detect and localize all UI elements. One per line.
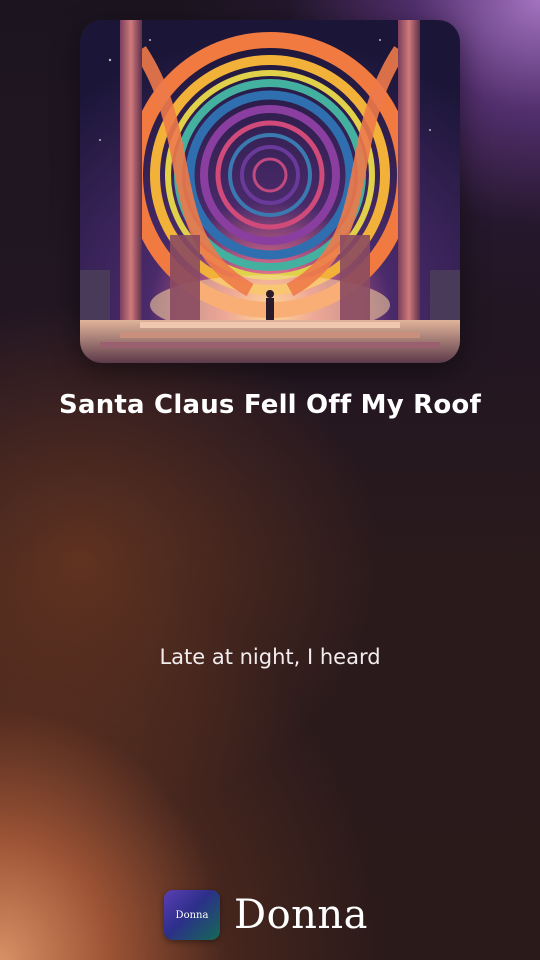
brand-name: Donna: [234, 892, 369, 938]
song-title: Santa Claus Fell Off My Roof: [59, 390, 481, 420]
current-lyric-line: Late at night, I heard: [159, 645, 381, 669]
app-logo-text: Donna: [175, 909, 209, 921]
cover-illustration: [80, 20, 460, 363]
app-logo-icon: Donna: [164, 890, 220, 940]
album-cover-art[interactable]: [80, 20, 460, 363]
brand-footer: Donna Donna: [164, 889, 368, 941]
player-screen: Santa Claus Fell Off My Roof Late at nig…: [0, 0, 540, 960]
